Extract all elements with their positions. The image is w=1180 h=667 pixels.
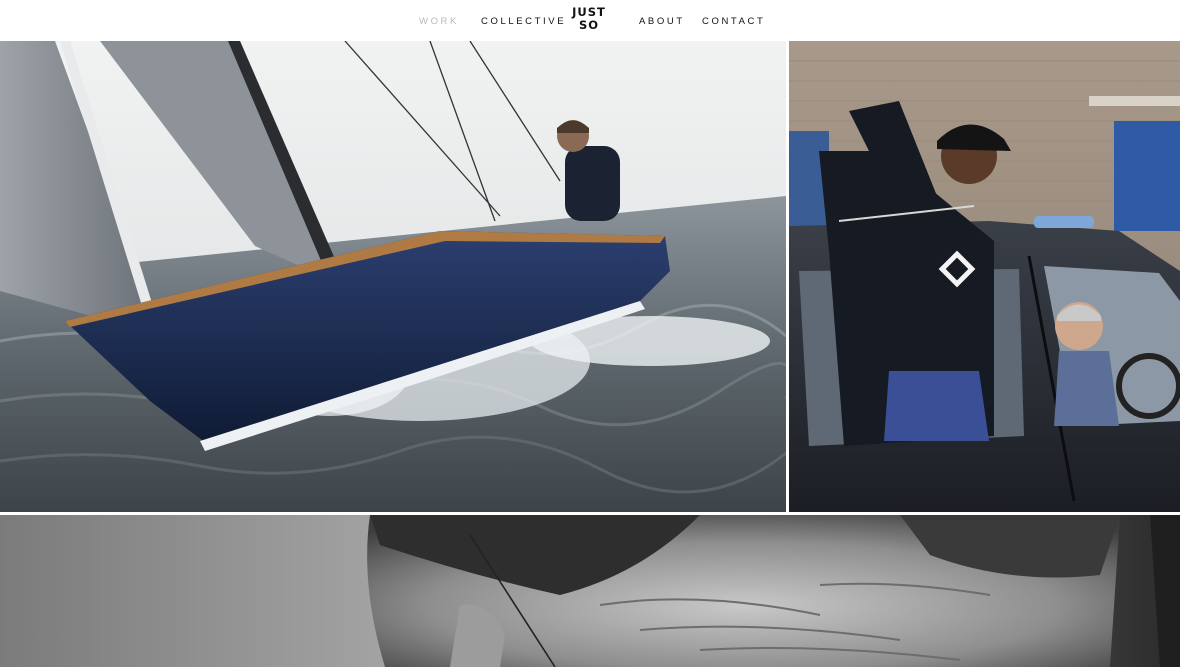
nav-work[interactable]: WORK [419, 16, 459, 28]
sailing-project-tile[interactable] [0, 41, 786, 512]
nav-contact[interactable]: CONTACT [702, 16, 765, 28]
taxi-photo [789, 41, 1180, 512]
taxi-project-tile[interactable] [789, 41, 1180, 512]
portrait-photo [0, 515, 1180, 667]
sailing-photo [0, 41, 786, 512]
nav-collective[interactable]: COLLECTIVE [481, 16, 566, 28]
portrait-project-tile[interactable] [0, 515, 1180, 667]
logo-line-2: SO [578, 17, 600, 32]
logo-line-1: JUST [572, 5, 606, 19]
nav-about[interactable]: ABOUT [639, 16, 685, 28]
site-logo[interactable]: JUST SO [570, 6, 608, 31]
site-header: WORK COLLECTIVE JUST SO ABOUT CONTACT [0, 0, 1180, 41]
